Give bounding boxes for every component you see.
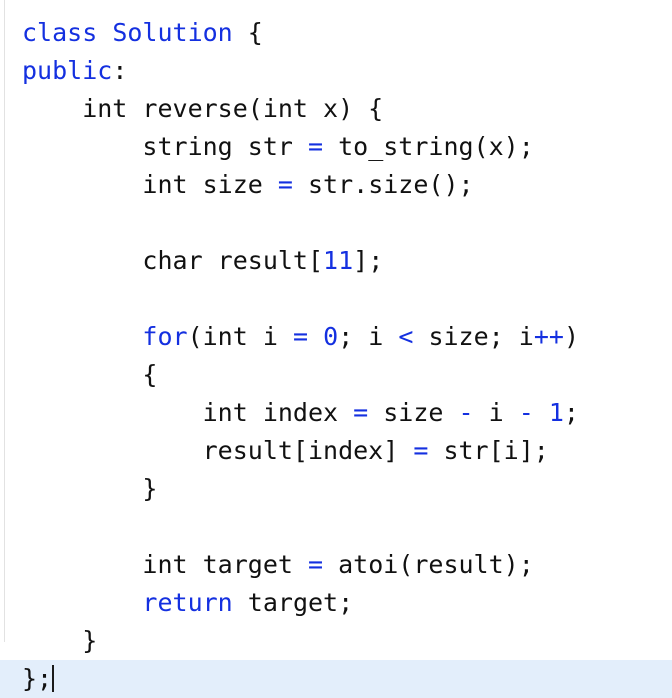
- code-token-keyword: class: [22, 18, 98, 47]
- code-token-text: {: [232, 18, 263, 47]
- code-token-operator: ++: [533, 322, 564, 351]
- code-line[interactable]: [0, 204, 672, 242]
- code-token-text: }: [22, 474, 158, 503]
- text-caret: [52, 665, 55, 692]
- code-token-number: 0: [323, 322, 339, 351]
- code-line[interactable]: [0, 280, 672, 318]
- code-token-operator: =: [413, 436, 429, 465]
- code-token-text: (int i: [187, 322, 293, 351]
- code-token-operator: -: [458, 398, 474, 427]
- code-token-text: :: [112, 56, 128, 85]
- code-token-text: str[i];: [428, 436, 549, 465]
- code-token-keyword: for: [142, 322, 188, 351]
- code-token-text: ];: [353, 246, 384, 275]
- code-token-text: ): [563, 322, 579, 351]
- code-token-text: {: [22, 360, 158, 389]
- code-line[interactable]: [0, 508, 672, 546]
- code-line[interactable]: result[index] = str[i];: [0, 432, 672, 470]
- code-token-keyword: return: [142, 588, 233, 617]
- code-line[interactable]: char result[11];: [0, 242, 672, 280]
- code-token-operator: =: [353, 398, 369, 427]
- code-text-area[interactable]: class Solution {public: int reverse(int …: [0, 0, 672, 698]
- code-token-text: to_string(x);: [323, 132, 534, 161]
- code-line[interactable]: public:: [0, 52, 672, 90]
- code-token-text: int size: [22, 170, 278, 199]
- code-token-text: };: [22, 664, 53, 693]
- code-line[interactable]: {: [0, 356, 672, 394]
- code-token-text: size; i: [413, 322, 534, 351]
- code-line[interactable]: }: [0, 470, 672, 508]
- code-token-keyword: Solution: [112, 18, 233, 47]
- code-line[interactable]: int index = size - i - 1;: [0, 394, 672, 432]
- code-line-current[interactable]: };: [0, 660, 672, 698]
- code-token-text: str.size();: [292, 170, 474, 199]
- code-token-text: ;: [563, 398, 579, 427]
- code-token-operator: =: [307, 132, 324, 161]
- code-token-text: atoi(result);: [323, 550, 534, 579]
- code-line[interactable]: for(int i = 0; i < size; i++): [0, 318, 672, 356]
- code-token-operator: =: [277, 170, 293, 199]
- code-token-text: ; i: [338, 322, 399, 351]
- code-line[interactable]: class Solution {: [0, 14, 672, 52]
- code-line[interactable]: string str = to_string(x);: [0, 128, 672, 166]
- code-token-text: i: [473, 398, 519, 427]
- code-token-text: size: [368, 398, 459, 427]
- code-line[interactable]: int reverse(int x) {: [0, 90, 672, 128]
- code-token-operator: -: [518, 398, 534, 427]
- code-line[interactable]: }: [0, 622, 672, 660]
- code-line[interactable]: return target;: [0, 584, 672, 622]
- code-token-text: char result[: [22, 246, 324, 275]
- code-token-keyword: public: [22, 56, 113, 85]
- code-token-text: result[index]: [22, 436, 414, 465]
- code-token-operator: =: [292, 322, 308, 351]
- code-token-text: }: [22, 626, 98, 655]
- code-line[interactable]: int size = str.size();: [0, 166, 672, 204]
- code-token-number: 11: [323, 246, 354, 275]
- code-token-operator: =: [307, 550, 324, 579]
- code-line[interactable]: int target = atoi(result);: [0, 546, 672, 584]
- code-editor[interactable]: class Solution {public: int reverse(int …: [0, 0, 672, 698]
- code-token-text: target;: [232, 588, 354, 617]
- code-token-text: string str: [22, 132, 308, 161]
- code-token-operator: <: [398, 322, 414, 351]
- code-token-text: int index: [22, 398, 354, 427]
- code-token-text: int reverse(int x) {: [22, 94, 384, 123]
- code-token-text: int target: [22, 550, 308, 579]
- code-token-number: 1: [548, 398, 564, 427]
